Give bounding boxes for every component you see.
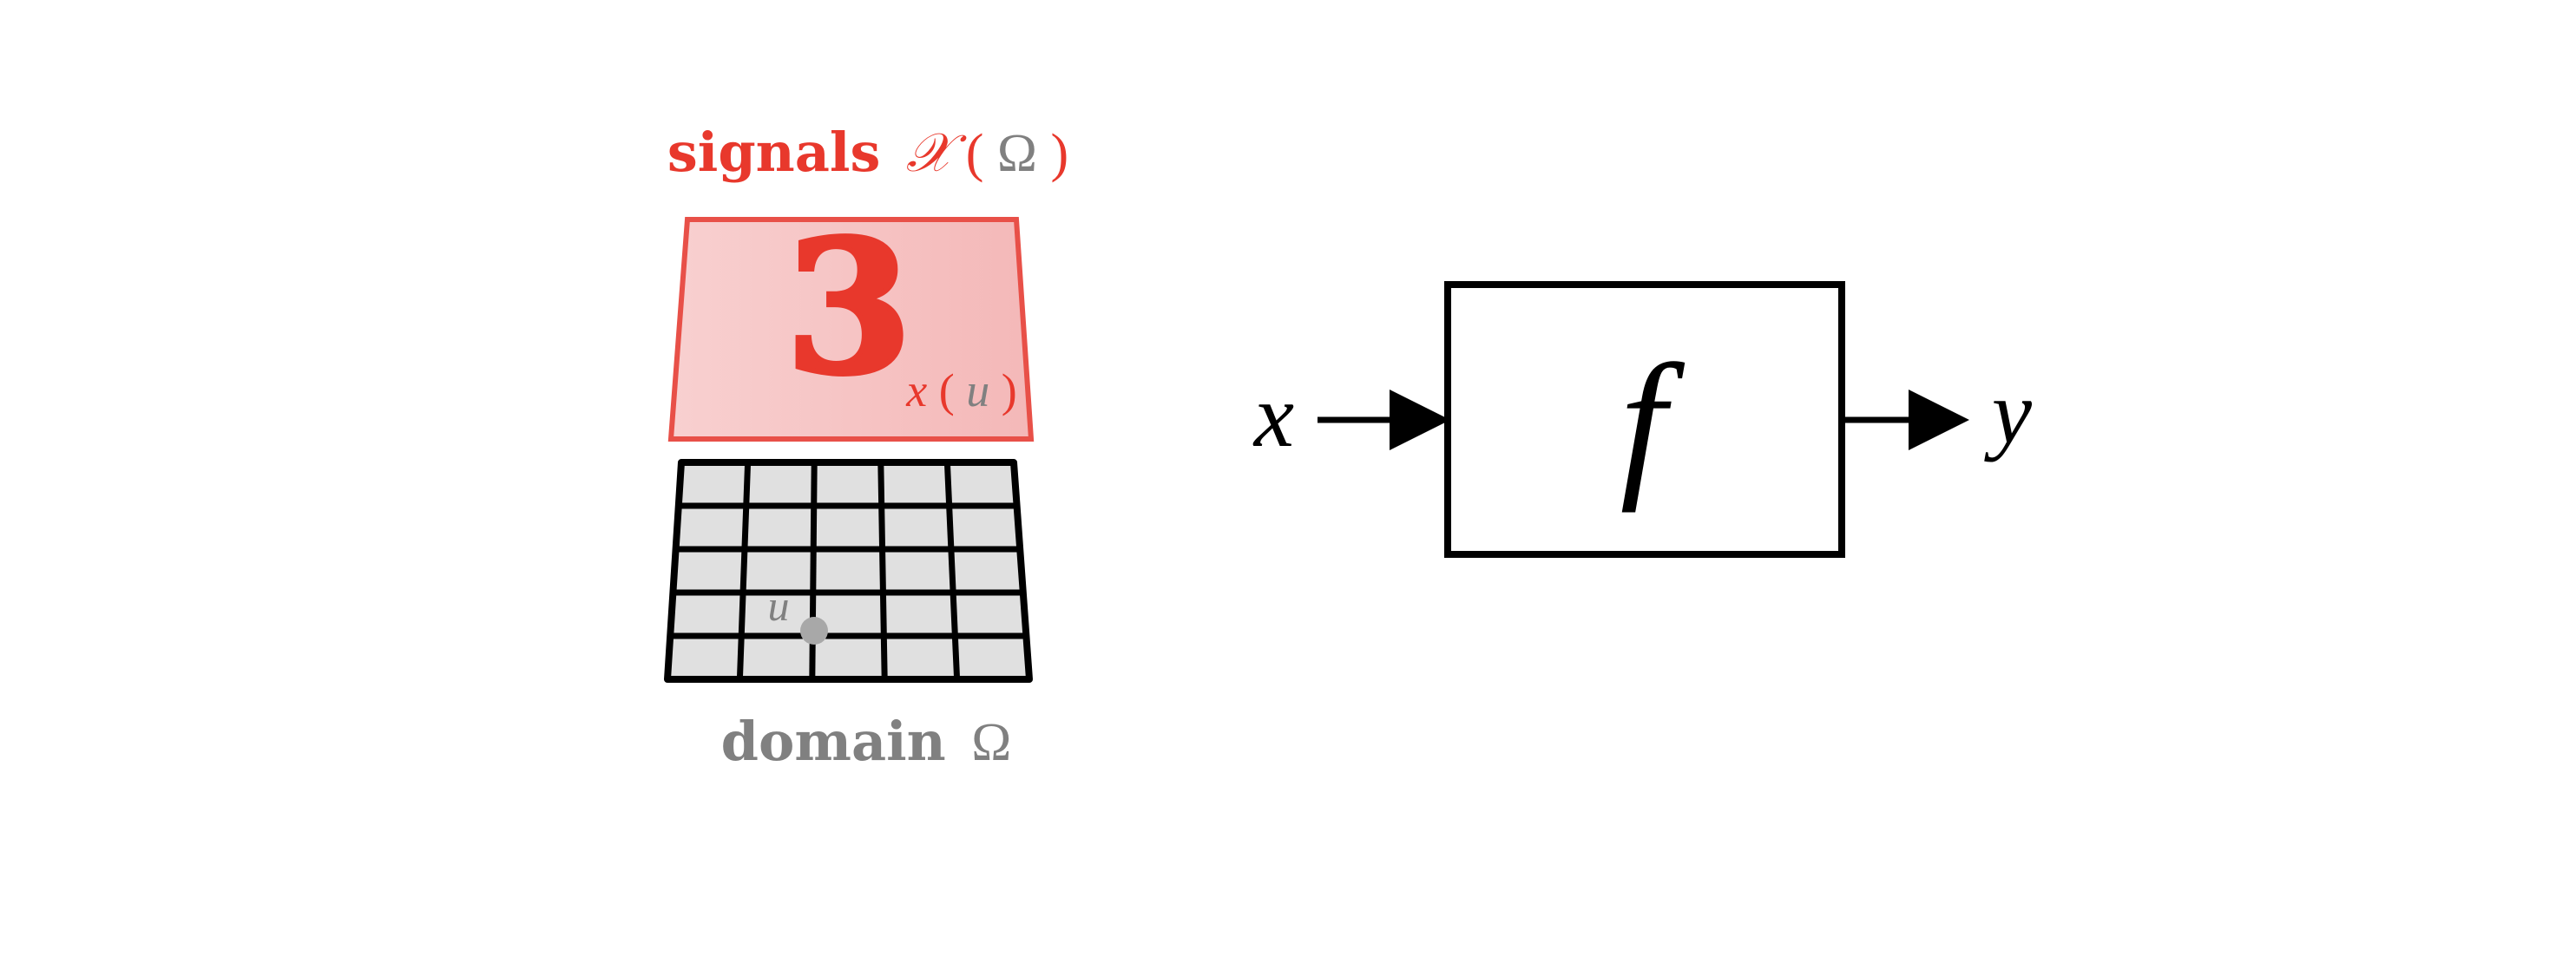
signal-function-diagram: signals 𝒳 ( Ω ) 3 x ( u ) u domain Ω x f… — [664, 121, 2033, 773]
domain-label: domain Ω — [721, 710, 1012, 773]
point-label: u — [768, 581, 790, 630]
domain-grid-column-line — [877, 462, 888, 680]
signals-open-paren: ( — [966, 124, 984, 183]
signal-value-close-paren: ) — [1002, 364, 1017, 416]
domain-grid-column-line — [809, 462, 818, 680]
domain-grid — [664, 459, 1033, 683]
signal-value-open-paren: ( — [939, 364, 955, 416]
input-label: x — [1252, 366, 1294, 466]
signal-value-argument: u — [966, 364, 989, 416]
signals-domain-symbol: Ω — [997, 124, 1037, 183]
signal-value-label: x ( u ) — [905, 364, 1016, 416]
digit-image: 3 — [785, 200, 912, 415]
signals-close-paren: ) — [1050, 124, 1068, 183]
domain-word: domain — [721, 710, 946, 773]
signals-word: signals — [667, 121, 881, 184]
output-label: y — [1984, 363, 2033, 462]
domain-point — [800, 617, 828, 645]
domain-symbol: Ω — [971, 713, 1011, 772]
signal-space-symbol: 𝒳 — [906, 124, 967, 183]
signal-value-function: x — [905, 364, 927, 416]
signals-label: signals 𝒳 ( Ω ) — [667, 121, 1068, 184]
domain-grid-border — [664, 459, 1033, 683]
